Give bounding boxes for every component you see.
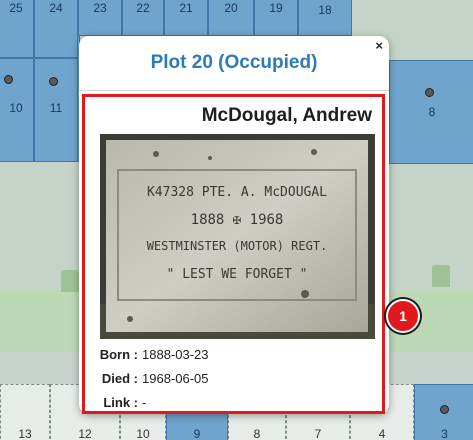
- plot-number: 9: [193, 427, 201, 440]
- grave-marker[interactable]: [49, 77, 58, 86]
- headstone-shadow: [61, 270, 79, 292]
- plot-number: 25: [9, 1, 23, 15]
- died-label: Died :: [101, 371, 138, 386]
- deceased-name: McDougal, Andrew: [201, 105, 372, 126]
- born-row: Born : 1888-03-23: [85, 347, 209, 362]
- plot-22[interactable]: 22: [122, 0, 164, 36]
- plot-11[interactable]: 11: [34, 58, 78, 162]
- plot-8-upper[interactable]: 8: [389, 60, 473, 164]
- grave-marker[interactable]: [440, 405, 449, 414]
- headstone-line-3: WESTMINSTER (MOTOR) REGT.: [147, 239, 328, 253]
- plot-number: 22: [136, 1, 150, 15]
- link-value[interactable]: -: [142, 395, 146, 410]
- plot-number: 12: [78, 427, 92, 440]
- plot-number: 4: [378, 427, 386, 440]
- highlight-frame: McDougal, Andrew K47328 PTE. A. McDOUGAL…: [82, 94, 385, 414]
- plot-23[interactable]: 23: [78, 0, 122, 36]
- born-value: 1888-03-23: [142, 347, 209, 362]
- plot-24[interactable]: 24: [34, 0, 78, 58]
- link-label: Link :: [103, 395, 138, 410]
- plot-number: 19: [269, 1, 283, 15]
- headstone-shadow: [432, 265, 450, 287]
- plot-number: 18: [318, 3, 332, 17]
- headstone-line-4: " LEST WE FORGET ": [167, 267, 308, 282]
- plot-number: 23: [93, 1, 107, 15]
- plot-number: 8: [253, 427, 261, 440]
- grave-marker[interactable]: [4, 75, 13, 84]
- plot-number: 7: [314, 427, 322, 440]
- link-row: Link :-: [85, 395, 146, 410]
- plot-number: 20: [224, 1, 238, 15]
- headstone-line-1: K47328 PTE. A. McDOUGAL: [147, 185, 327, 200]
- died-value: 1968-06-05: [142, 371, 209, 386]
- plot-25[interactable]: 25: [0, 0, 34, 58]
- plot-number: 8: [428, 105, 436, 119]
- plot-number: 10: [9, 101, 23, 115]
- close-icon[interactable]: ×: [375, 39, 383, 53]
- plot-popup: × Plot 20 (Occupied) McDougal, Andrew K4…: [79, 36, 389, 414]
- plot-18[interactable]: 18: [298, 0, 352, 36]
- plot-number: 13: [18, 427, 32, 440]
- plot-number: 11: [49, 101, 63, 115]
- plot-block-right-top[interactable]: [376, 0, 473, 22]
- headstone-line-2: 1888 ✠ 1968: [191, 212, 284, 228]
- popup-title: Plot 20 (Occupied): [150, 52, 318, 73]
- annotation-badge: 1: [386, 299, 420, 333]
- plot-number: 24: [49, 1, 63, 15]
- plot-13[interactable]: 13: [0, 384, 50, 440]
- headstone-photo[interactable]: K47328 PTE. A. McDOUGAL 1888 ✠ 1968 WEST…: [100, 134, 375, 339]
- grave-marker[interactable]: [425, 88, 434, 97]
- headstone-image: K47328 PTE. A. McDOUGAL 1888 ✠ 1968 WEST…: [100, 134, 375, 339]
- plot-20[interactable]: 20: [208, 0, 254, 36]
- plot-number: 10: [136, 427, 150, 440]
- popup-divider: [79, 90, 389, 91]
- plot-number: 3: [441, 427, 448, 440]
- plot-19[interactable]: 19: [254, 0, 298, 36]
- plot-number: 21: [179, 1, 193, 15]
- born-label: Born :: [99, 347, 138, 362]
- died-row: Died : 1968-06-05: [85, 371, 209, 386]
- plot-21[interactable]: 21: [164, 0, 208, 36]
- plot-10-upper[interactable]: 10: [0, 58, 34, 162]
